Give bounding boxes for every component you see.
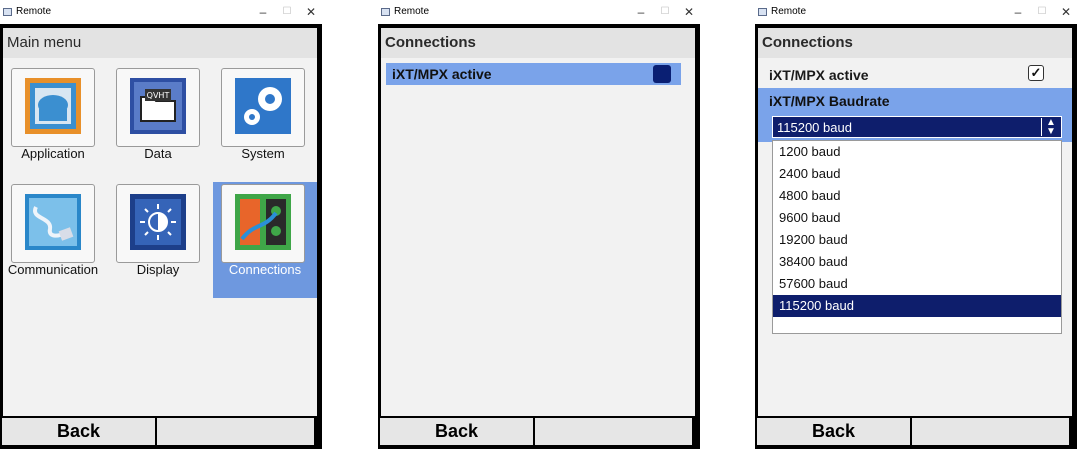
close-button[interactable]: ✕	[682, 5, 696, 19]
tile-label: Connections	[228, 262, 302, 277]
device-frame: Connections iXT/MPX active Back	[378, 24, 700, 449]
window-title: Remote	[771, 6, 807, 17]
checkbox-checked-icon[interactable]: ✓	[1028, 65, 1044, 81]
baudrate-select[interactable]: 115200 baud ▲ ▼	[772, 116, 1062, 138]
close-button[interactable]: ✕	[304, 5, 318, 19]
app-icon	[381, 8, 390, 16]
remote-window-connections: Remote – ☐ ✕ Connections iXT/MPX active …	[378, 2, 700, 449]
softkey-bar: Back	[0, 416, 322, 449]
window-title: Remote	[394, 6, 430, 17]
tile-label: Communication	[7, 262, 99, 277]
title-bar: Remote – ☐ ✕	[0, 2, 322, 24]
data-folder-icon: QVHT	[130, 78, 186, 134]
back-button[interactable]: Back	[757, 418, 910, 445]
baudrate-row[interactable]: iXT/MPX Baudrate	[758, 88, 1072, 114]
option-item[interactable]: 4800 baud	[773, 185, 1061, 207]
title-bar: Remote – ☐ ✕	[378, 2, 700, 24]
device-screen: Connections iXT/MPX active ✓ iXT/MPX Bau…	[758, 28, 1072, 416]
option-item[interactable]: 38400 baud	[773, 251, 1061, 273]
option-item[interactable]: 1200 baud	[773, 141, 1061, 163]
select-value: 115200 baud	[777, 120, 852, 135]
tile-display[interactable]: Display	[108, 182, 208, 298]
app-icon	[758, 8, 767, 16]
minimize-button[interactable]: –	[1011, 5, 1025, 19]
device-screen: Connections iXT/MPX active	[381, 28, 695, 416]
softkey-bar: Back	[378, 416, 700, 449]
tile-data[interactable]: QVHT Data	[108, 66, 208, 182]
tile-communication[interactable]: Communication	[3, 182, 103, 298]
title-bar: Remote – ☐ ✕	[755, 2, 1077, 24]
minimize-button[interactable]: –	[634, 5, 648, 19]
right-softkey[interactable]	[912, 418, 1069, 445]
tile-connections[interactable]: Connections	[213, 182, 317, 298]
application-icon	[25, 78, 81, 134]
display-brightness-icon	[130, 194, 186, 250]
ixt-mpx-active-row[interactable]: iXT/MPX active ✓	[763, 64, 1058, 86]
close-button[interactable]: ✕	[1059, 5, 1073, 19]
remote-window-main-menu: Remote – ☐ ✕ Main menu Application QVHT …	[0, 2, 322, 449]
device-frame: Main menu Application QVHT Data System C…	[0, 24, 322, 449]
ixt-mpx-active-row[interactable]: iXT/MPX active	[386, 63, 681, 85]
page-title: Connections	[381, 28, 695, 58]
tile-label: System	[241, 146, 285, 161]
minimize-button[interactable]: –	[256, 5, 270, 19]
svg-text:QVHT: QVHT	[147, 91, 170, 100]
window-title: Remote	[16, 6, 52, 17]
remote-window-baudrate: Remote – ☐ ✕ Connections iXT/MPX active …	[755, 2, 1077, 449]
baudrate-options-list: 1200 baud 2400 baud 4800 baud 9600 baud …	[772, 140, 1062, 334]
system-gears-icon	[235, 78, 291, 134]
maximize-button[interactable]: ☐	[658, 6, 672, 17]
right-softkey[interactable]	[157, 418, 314, 445]
right-softkey[interactable]	[535, 418, 692, 445]
softkey-bar: Back	[755, 416, 1077, 449]
row-label: iXT/MPX active	[769, 67, 869, 83]
device-screen: Main menu Application QVHT Data System C…	[3, 28, 317, 416]
connections-icon	[235, 194, 291, 250]
option-item[interactable]: 19200 baud	[773, 229, 1061, 251]
option-item[interactable]: 57600 baud	[773, 273, 1061, 295]
tile-label: Data	[144, 146, 172, 161]
back-button[interactable]: Back	[380, 418, 533, 445]
tile-system[interactable]: System	[213, 66, 313, 182]
page-title: Main menu	[3, 28, 317, 58]
maximize-button[interactable]: ☐	[280, 6, 294, 17]
communication-icon	[25, 194, 81, 250]
option-item[interactable]: 2400 baud	[773, 163, 1061, 185]
page-title: Connections	[758, 28, 1072, 58]
tile-label: Application	[21, 146, 85, 161]
updown-arrows-icon: ▲ ▼	[1041, 118, 1060, 137]
tile-label: Display	[136, 262, 180, 277]
back-button[interactable]: Back	[2, 418, 155, 445]
maximize-button[interactable]: ☐	[1035, 6, 1049, 17]
tile-application[interactable]: Application	[3, 66, 103, 182]
row-label: iXT/MPX Baudrate	[769, 93, 890, 109]
device-frame: Connections iXT/MPX active ✓ iXT/MPX Bau…	[755, 24, 1077, 449]
option-item-selected[interactable]: 115200 baud	[773, 295, 1061, 317]
row-label: iXT/MPX active	[392, 66, 492, 82]
ixt-mpx-toggle[interactable]	[653, 65, 671, 83]
app-icon	[3, 8, 12, 16]
option-item[interactable]: 9600 baud	[773, 207, 1061, 229]
